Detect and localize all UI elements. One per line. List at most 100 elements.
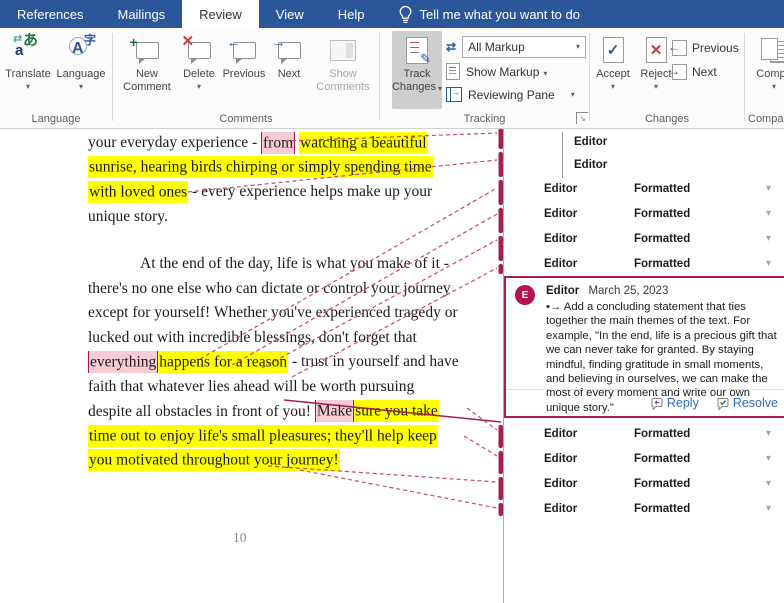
revision-row[interactable]: EditorFormatted <box>504 253 784 278</box>
previous-comment-button[interactable]: ← Previous <box>221 31 267 109</box>
reject-dropdown[interactable] <box>654 83 658 91</box>
next-comment-button[interactable]: → Next <box>269 31 309 109</box>
show-comments-button[interactable]: Show Comments <box>313 31 373 109</box>
chevron-down-icon[interactable] <box>766 233 771 244</box>
delete-comment-icon: ✕ <box>188 42 211 59</box>
comment-card[interactable]: E Editor March 25, 2023 •→ Add a conclud… <box>504 276 784 418</box>
comment-actions: Reply Resolve <box>506 389 784 416</box>
translate-button[interactable]: ⇄あa Translate <box>4 31 52 109</box>
revision-row[interactable]: Editor Formatted <box>504 498 784 523</box>
text-run: your everyday experience - <box>88 134 261 151</box>
new-comment-button[interactable]: + New Comment <box>118 31 176 109</box>
new-comment-icon: + <box>136 42 159 59</box>
translate-dropdown[interactable] <box>26 83 30 91</box>
revision-author: Editor <box>544 453 577 465</box>
previous-change-button[interactable]: ← Previous <box>672 40 739 56</box>
revision-change-type: Formatted <box>634 428 690 440</box>
tab-mailings[interactable]: Mailings <box>100 0 182 28</box>
next-change-button[interactable]: → Next <box>672 64 717 80</box>
compare-dropdown[interactable] <box>772 83 776 91</box>
text-run: - every experience helps make up your <box>188 183 432 200</box>
revision-author: Editor <box>544 503 577 515</box>
chevron-down-icon[interactable] <box>766 503 771 514</box>
tell-me-label: Tell me what you want to do <box>420 7 580 22</box>
word-window: ReferencesMailingsReviewViewHelp Tell me… <box>0 0 784 603</box>
chevron-down-icon[interactable] <box>766 208 771 219</box>
reject-icon: ✕ <box>646 37 667 63</box>
resolve-button[interactable]: Resolve <box>715 396 778 410</box>
changes-group-label: Changes <box>590 113 744 125</box>
reviewing-pane-button[interactable]: Reviewing Pane <box>446 84 575 105</box>
chevron-down-icon[interactable] <box>766 183 771 194</box>
tell-me-box[interactable]: Tell me what you want to do <box>388 0 590 28</box>
document-line: sunrise, hearing birds chirping or simpl… <box>88 156 480 181</box>
comment-thread-replies: Editor Editor <box>562 132 774 178</box>
compare-button[interactable]: Compa <box>752 31 784 109</box>
revision-row[interactable]: EditorFormatted <box>504 448 784 473</box>
highlighted-text: from <box>261 132 295 154</box>
document-line: time out to enjoy life's small pleasures… <box>88 424 480 449</box>
compare-group-label: Compa <box>748 113 784 125</box>
document-line: with loved ones - every experience helps… <box>88 180 480 205</box>
revision-change-type: Formatted <box>634 478 690 490</box>
highlighted-text: you motivated throughout your journey! <box>88 449 340 471</box>
document-page[interactable]: your everyday experience - from watching… <box>0 128 503 603</box>
text-run: unique story. <box>88 208 168 225</box>
ribbon-tabs: ReferencesMailingsReviewViewHelp <box>0 0 382 28</box>
revision-row[interactable]: Editor <box>574 155 774 178</box>
revision-row[interactable]: EditorFormatted <box>504 178 784 203</box>
revision-row[interactable]: EditorFormatted <box>504 423 784 448</box>
revision-author: Editor <box>544 183 577 195</box>
document-line: unique story. <box>88 205 480 230</box>
tracking-group-label: Tracking <box>380 113 589 125</box>
accept-dropdown[interactable] <box>611 83 615 91</box>
tab-view[interactable]: View <box>259 0 321 28</box>
delete-dropdown[interactable] <box>197 83 201 91</box>
compare-icon <box>761 38 784 63</box>
next-change-icon: → <box>672 64 687 80</box>
revision-author: Editor <box>574 136 607 148</box>
display-for-review-select[interactable]: All Markup <box>462 36 586 58</box>
revisions-panel: EditorAdd some nuance to the EditorEdito… <box>503 110 784 603</box>
reviewing-pane-dropdown[interactable] <box>571 91 575 99</box>
accept-button[interactable]: ✓ Accept <box>592 31 634 109</box>
paragraph: At the end of the day, life is what you … <box>88 252 480 473</box>
revision-author: Editor <box>544 478 577 490</box>
highlighted-text: Make <box>315 400 354 422</box>
highlighted-text: time out to enjoy life's small pleasures… <box>88 425 438 447</box>
document-line: everythinghappens for a reason - trust i… <box>88 350 480 375</box>
highlighted-text: watching a beautiful <box>299 132 428 154</box>
revision-row[interactable]: Editor <box>574 132 774 155</box>
chevron-down-icon[interactable] <box>766 428 771 439</box>
tab-help[interactable]: Help <box>321 0 382 28</box>
chevron-down-icon[interactable] <box>766 478 771 489</box>
next-comment-icon: → <box>278 42 301 59</box>
revision-row[interactable]: EditorFormatted <box>504 203 784 228</box>
chevron-down-icon[interactable] <box>766 453 771 464</box>
display-for-review-row: ⇄ All Markup <box>446 36 586 57</box>
reply-icon <box>649 397 663 410</box>
tab-review[interactable]: Review <box>182 0 259 28</box>
chevron-down-icon[interactable] <box>766 258 771 269</box>
tab-references[interactable]: References <box>0 0 100 28</box>
revision-change-type: Formatted <box>634 503 690 515</box>
revision-row[interactable]: Editor Formatted <box>504 473 784 498</box>
text-run: there's no one else who can dictate or c… <box>88 280 451 297</box>
text-run: faith that whatever lies ahead will be w… <box>88 378 414 395</box>
highlighted-text: with loved ones <box>88 181 188 203</box>
language-dropdown[interactable] <box>79 83 83 91</box>
ribbon: ⇄あa Translate A字 Language Language + New… <box>0 28 784 129</box>
previous-change-icon: ← <box>672 40 687 56</box>
revision-row[interactable]: EditorFormatted <box>504 228 784 253</box>
show-markup-button[interactable]: Show Markup <box>446 61 547 82</box>
delete-comment-button[interactable]: ✕ Delete <box>178 31 220 109</box>
document-line: there's no one else who can dictate or c… <box>88 277 480 302</box>
comments-group-label: Comments <box>113 113 379 125</box>
language-button[interactable]: A字 Language <box>55 31 107 109</box>
reply-button[interactable]: Reply <box>649 396 699 410</box>
comment-date: March 25, 2023 <box>588 285 668 297</box>
ribbon-tab-bar: ReferencesMailingsReviewViewHelp Tell me… <box>0 0 784 28</box>
page-number: 10 <box>233 530 247 546</box>
track-changes-dropdown[interactable] <box>438 85 442 93</box>
track-changes-button[interactable]: ✎ Track Changes <box>392 31 442 109</box>
